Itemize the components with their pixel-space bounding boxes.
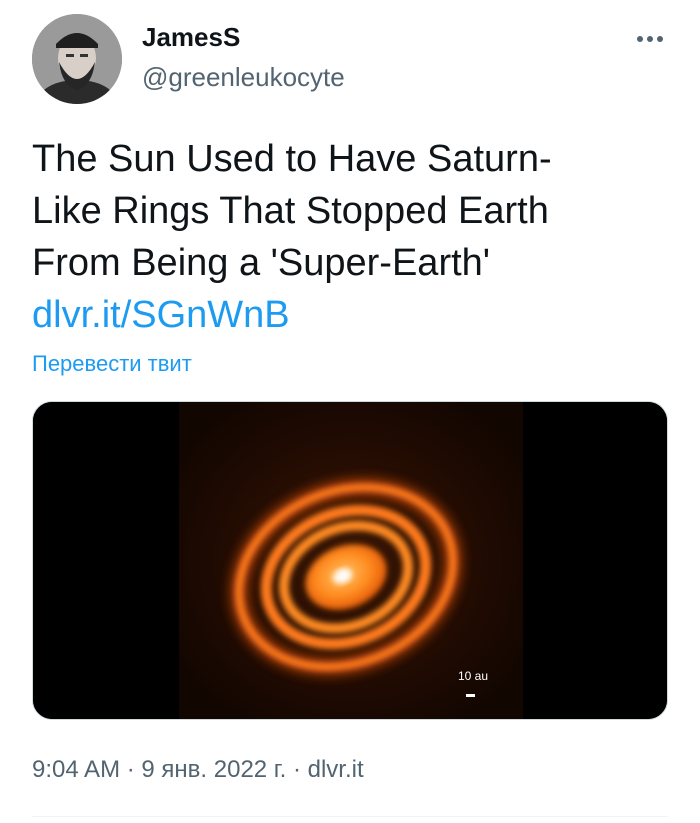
tweet-text-line: The Sun Used to Have Saturn- bbox=[32, 138, 552, 180]
user-handle[interactable]: @greenleukocyte bbox=[142, 62, 345, 93]
tweet-text-line: From Being a 'Super-Earth' bbox=[32, 242, 491, 284]
divider bbox=[32, 816, 668, 817]
more-dot bbox=[647, 36, 653, 42]
avatar[interactable] bbox=[32, 14, 122, 104]
more-dot bbox=[657, 36, 663, 42]
tweet-source[interactable]: dlvr.it bbox=[308, 756, 364, 783]
tweet-date[interactable]: 9 янв. 2022 г. bbox=[141, 756, 286, 783]
avatar-portrait-icon bbox=[32, 14, 122, 104]
translate-tweet-link[interactable]: Перевести твит bbox=[32, 351, 192, 377]
tweet-text-line: Like Rings That Stopped Earth bbox=[32, 190, 549, 232]
tweet-text: The Sun Used to Have Saturn- Like Rings … bbox=[32, 133, 672, 341]
meta-separator: · bbox=[286, 756, 308, 783]
tweet-time[interactable]: 9:04 AM bbox=[32, 756, 120, 783]
scale-bar-label: 10 au bbox=[458, 669, 488, 683]
protoplanetary-rings-image: 10 au bbox=[33, 402, 667, 719]
tweet-meta: 9:04 AM · 9 янв. 2022 г. · dlvr.it bbox=[32, 756, 364, 784]
tweet-card: JamesS @greenleukocyte The Sun Used to H… bbox=[0, 0, 700, 823]
tweet-media-image[interactable]: 10 au bbox=[32, 401, 668, 720]
more-dot bbox=[637, 36, 643, 42]
scale-bar bbox=[466, 694, 475, 697]
meta-separator: · bbox=[120, 756, 142, 783]
tweet-link[interactable]: dlvr.it/SGnWnB bbox=[32, 289, 672, 341]
display-name[interactable]: JamesS bbox=[142, 22, 240, 53]
tweet-header: JamesS @greenleukocyte bbox=[32, 14, 672, 104]
more-horizontal-icon[interactable] bbox=[632, 24, 668, 54]
